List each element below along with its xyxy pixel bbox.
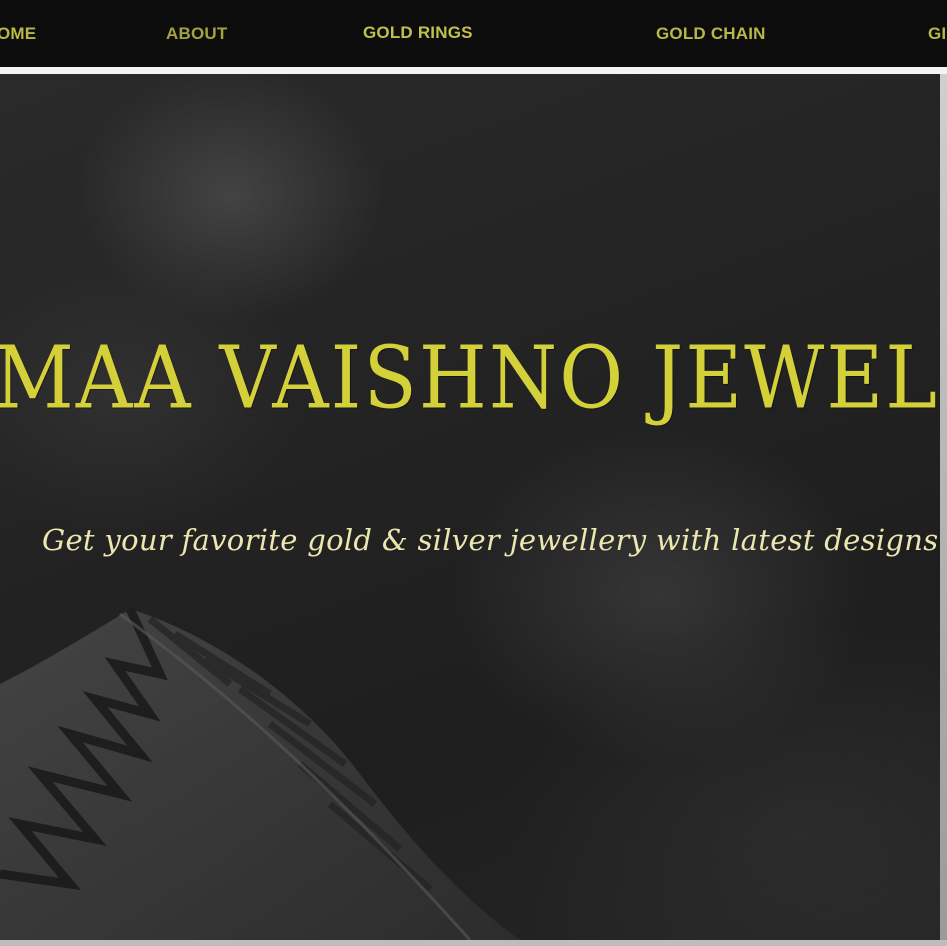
feather-background-image	[0, 607, 520, 940]
nav-home[interactable]: OME	[0, 24, 36, 44]
nav-divider	[0, 67, 947, 74]
nav-gold-chain[interactable]: GOLD CHAIN	[656, 24, 766, 44]
hero-title: MAA VAISHNO JEWELLERS	[0, 329, 947, 429]
page-bottom-edge	[0, 940, 947, 946]
hero-subtitle: Get your favorite gold & silver jeweller…	[42, 523, 947, 557]
nav-gold-rings[interactable]: GOLD RINGS	[363, 23, 473, 43]
scroll-edge	[940, 74, 947, 940]
top-navigation: OME ABOUT GOLD RINGS GOLD CHAIN GI	[0, 0, 947, 67]
nav-about[interactable]: ABOUT	[166, 24, 227, 44]
hero-banner: MAA VAISHNO JEWELLERS Get your favorite …	[0, 74, 947, 940]
nav-gi[interactable]: GI	[928, 24, 946, 44]
